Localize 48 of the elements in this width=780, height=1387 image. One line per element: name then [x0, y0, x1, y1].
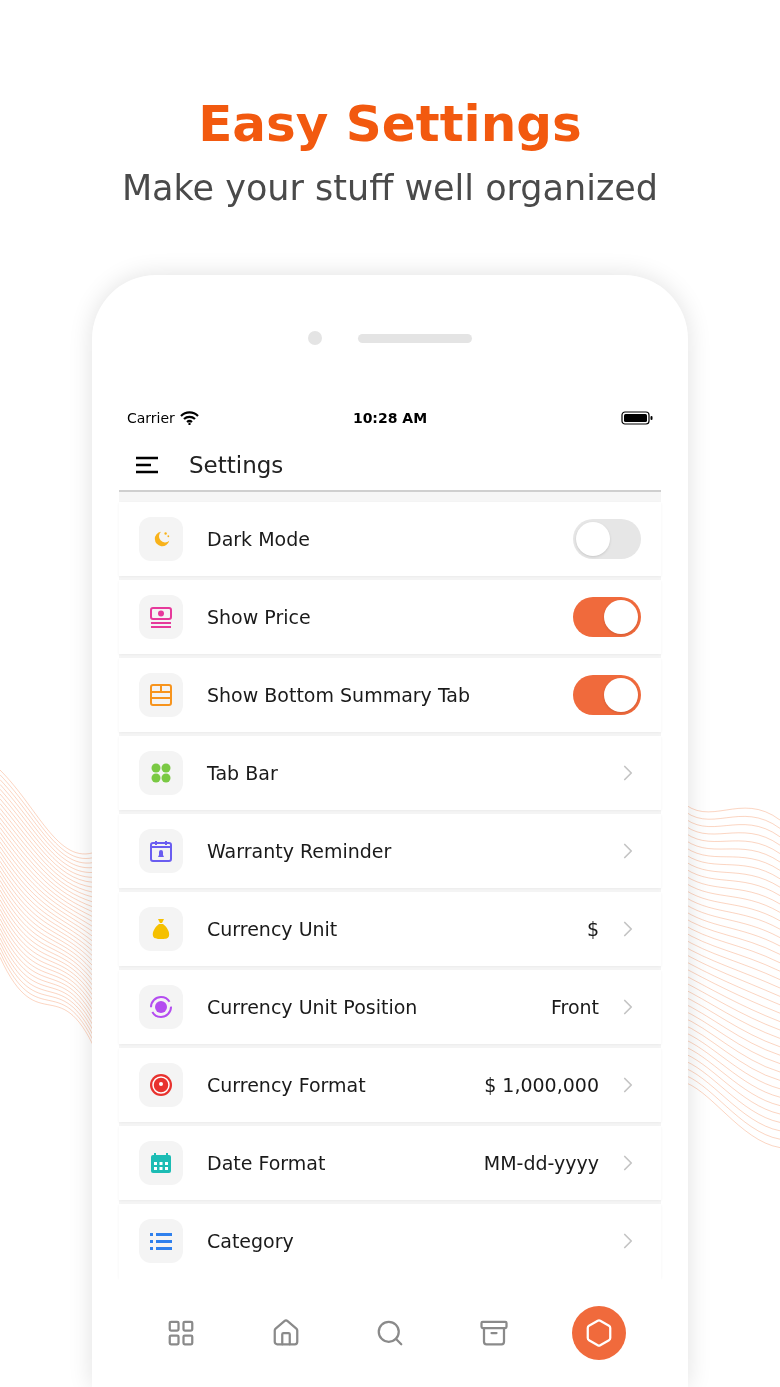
battery-icon	[621, 411, 653, 425]
list-icon	[150, 1231, 172, 1251]
calendar-bell-icon	[150, 840, 172, 862]
screen-title: Settings	[189, 450, 284, 480]
setting-label: Show Price	[207, 604, 312, 630]
status-time: 10:28 AM	[352, 408, 428, 428]
setting-label: Tab Bar	[207, 760, 279, 786]
toggle-knob	[576, 522, 610, 556]
calendar-icon	[150, 1152, 172, 1174]
setting-value: $	[586, 916, 599, 942]
setting-label: Currency Unit	[207, 916, 339, 942]
setting-value: $ 1,000,000	[484, 1072, 599, 1098]
setting-value: MM-dd-yyyy	[483, 1150, 599, 1176]
wifi-icon	[179, 411, 199, 425]
coin-icon	[149, 1073, 173, 1097]
menu-button[interactable]	[135, 455, 161, 475]
toggle-switch[interactable]	[573, 675, 641, 715]
setting-label: Date Format	[207, 1150, 327, 1176]
setting-label: Currency Format	[207, 1072, 367, 1098]
settings-row[interactable]: Show Price	[119, 580, 661, 654]
settings-row[interactable]: Dark Mode	[119, 502, 661, 576]
setting-label: Warranty Reminder	[207, 838, 393, 864]
settings-row[interactable]: Show Bottom Summary Tab	[119, 658, 661, 732]
settings-row[interactable]: Currency Format $ 1,000,000	[119, 1048, 661, 1122]
toggle-knob	[604, 678, 638, 712]
toggle-knob	[604, 600, 638, 634]
setting-label: Dark Mode	[207, 526, 311, 552]
settings-row[interactable]: Currency Unit $	[119, 892, 661, 966]
setting-label: Currency Unit Position	[207, 994, 419, 1020]
toggle-switch[interactable]	[573, 519, 641, 559]
clover-icon	[150, 762, 172, 784]
settings-row[interactable]: Category	[119, 1204, 661, 1278]
money-bag-icon	[151, 918, 171, 940]
setting-label: Category	[207, 1228, 295, 1254]
coin-cycle-icon	[149, 995, 173, 1019]
table-icon	[150, 684, 172, 706]
setting-label: Show Bottom Summary Tab	[207, 682, 472, 708]
settings-row[interactable]: Date Format MM-dd-yyyy	[119, 1126, 661, 1200]
headline: Easy Settings	[198, 94, 582, 155]
carrier-label: Carrier	[127, 408, 175, 428]
money-icon	[149, 606, 173, 628]
settings-row[interactable]: Currency Unit Position Front	[119, 970, 661, 1044]
subtitle: Make your stuff well organized	[121, 167, 659, 210]
menu-icon	[135, 456, 161, 474]
settings-row[interactable]: Warranty Reminder	[119, 814, 661, 888]
toggle-switch[interactable]	[573, 597, 641, 637]
settings-row[interactable]: Tab Bar	[119, 736, 661, 810]
setting-value: Front	[550, 994, 599, 1020]
